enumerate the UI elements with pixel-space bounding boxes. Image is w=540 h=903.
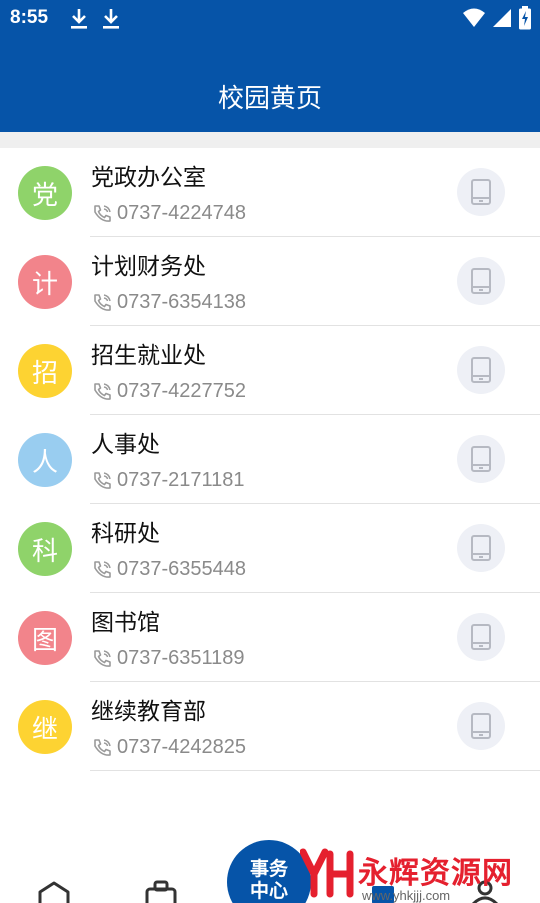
phone-icon (94, 649, 111, 667)
mobile-phone-icon (471, 357, 491, 383)
list-item[interactable]: 招 招生就业处 0737-4227752 (0, 326, 540, 415)
phone-number: 0737-2171181 (117, 469, 245, 491)
contact-list: 党 党政办公室 0737-4224748 计 计划财务处 0737-635413… (0, 148, 540, 771)
phone-icon (94, 738, 111, 756)
contact-phone: 0737-6355448 (91, 558, 246, 581)
mobile-phone-icon (471, 535, 491, 561)
contact-name: 党政办公室 (91, 165, 206, 191)
contact-name: 计划财务处 (91, 254, 206, 280)
phone-number: 0737-4227752 (117, 380, 247, 402)
phone-icon (94, 204, 111, 222)
avatar: 党 (18, 166, 72, 220)
contact-phone: 0737-6351189 (91, 647, 245, 670)
watermark: 永辉资源网 www.yhkjjj.com (300, 848, 525, 903)
bottom-nav: 事务 中心 永辉资源网 www.yhkjjj.com (0, 820, 540, 903)
call-button[interactable] (457, 346, 505, 394)
watermark-text: 永辉资源网 (358, 856, 513, 891)
list-item[interactable]: 计 计划财务处 0737-6354138 (0, 237, 540, 326)
contact-phone: 0737-6354138 (91, 291, 246, 314)
home-icon[interactable] (36, 880, 72, 903)
avatar: 人 (18, 433, 72, 487)
contact-name: 继续教育部 (91, 699, 206, 725)
cellular-signal-icon (493, 9, 511, 27)
call-button[interactable] (457, 613, 505, 661)
contact-name: 科研处 (91, 521, 160, 547)
phone-icon (94, 293, 111, 311)
phone-number: 0737-6355448 (117, 558, 247, 580)
contact-name: 人事处 (91, 432, 160, 458)
avatar: 继 (18, 700, 72, 754)
phone-number: 0737-6354138 (117, 291, 247, 313)
status-time: 8:55 (10, 7, 49, 28)
phone-number: 0737-6351189 (117, 647, 245, 669)
call-button[interactable] (457, 524, 505, 572)
mobile-phone-icon (471, 446, 491, 472)
contact-phone: 0737-2171181 (91, 469, 245, 492)
wifi-icon (463, 8, 485, 27)
app-bar: 校园黄页 (0, 40, 540, 132)
download-icon (103, 9, 119, 29)
avatar: 图 (18, 611, 72, 665)
avatar: 科 (18, 522, 72, 576)
page-title: 校园黄页 (217, 84, 322, 114)
contact-name: 招生就业处 (91, 343, 206, 369)
contact-phone: 0737-4242825 (91, 736, 246, 759)
row-divider (90, 770, 540, 771)
mobile-phone-icon (471, 179, 491, 205)
briefcase-icon[interactable] (144, 880, 178, 903)
list-item[interactable]: 继 继续教育部 0737-4242825 (0, 682, 540, 771)
phone-icon (94, 560, 111, 578)
contact-name: 图书馆 (91, 610, 160, 636)
list-item[interactable]: 党 党政办公室 0737-4224748 (0, 148, 540, 237)
watermark-url: www.yhkjjj.com (362, 888, 451, 903)
service-center-button[interactable]: 事务 中心 (227, 840, 311, 903)
list-item[interactable]: 图 图书馆 0737-6351189 (0, 593, 540, 682)
battery-charging-icon (519, 6, 531, 30)
list-item[interactable]: 人 人事处 0737-2171181 (0, 415, 540, 504)
avatar: 计 (18, 255, 72, 309)
status-bar: 8:55 (0, 0, 540, 40)
phone-number: 0737-4242825 (117, 736, 247, 758)
call-button[interactable] (457, 168, 505, 216)
watermark-logo-icon (300, 848, 354, 898)
contact-phone: 0737-4227752 (91, 380, 246, 403)
phone-icon (94, 382, 111, 400)
download-icon (71, 9, 87, 29)
list-item[interactable]: 科 科研处 0737-6355448 (0, 504, 540, 593)
mobile-phone-icon (471, 713, 491, 739)
header-divider (0, 132, 540, 148)
mobile-phone-icon (471, 268, 491, 294)
service-center-label-2: 中心 (249, 880, 288, 902)
contact-phone: 0737-4224748 (91, 202, 246, 225)
service-center-label-1: 事务 (249, 858, 288, 880)
phone-number: 0737-4224748 (117, 202, 247, 224)
phone-icon (94, 471, 111, 489)
call-button[interactable] (457, 435, 505, 483)
call-button[interactable] (457, 702, 505, 750)
avatar: 招 (18, 344, 72, 398)
call-button[interactable] (457, 257, 505, 305)
mobile-phone-icon (471, 624, 491, 650)
